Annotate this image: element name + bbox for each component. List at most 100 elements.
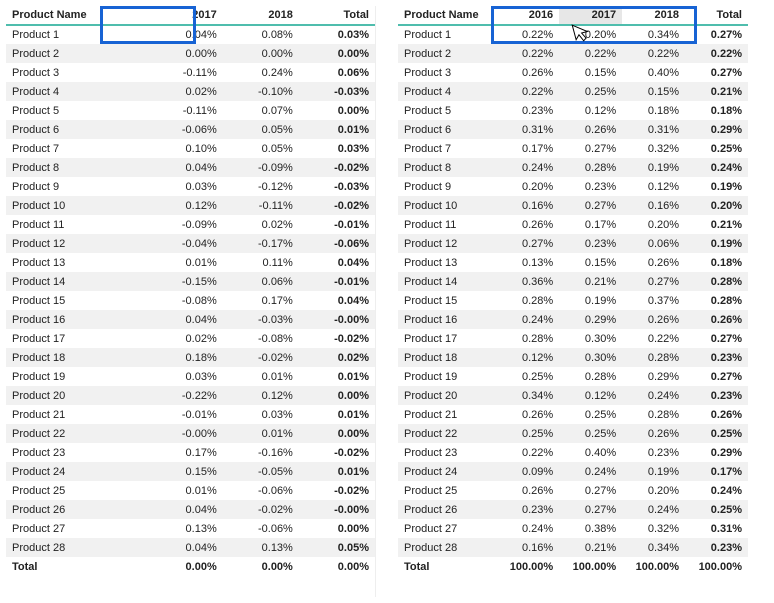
row-label: Product 26 [398,500,496,519]
scroll-area-right[interactable]: Product Name 2016 2017 2018 Total Produc… [398,6,748,597]
table-row[interactable]: Product 70.17%0.27%0.32%0.25% [398,139,748,158]
table-row[interactable]: Product 140.36%0.21%0.27%0.28% [398,272,748,291]
table-row[interactable]: Product 120.27%0.23%0.06%0.19% [398,234,748,253]
cell-value: 0.10% [147,139,223,158]
table-row[interactable]: Product 70.10%0.05%0.03% [6,139,375,158]
table-row[interactable]: Product 80.04%-0.09%-0.02% [6,158,375,177]
row-label: Product 5 [398,101,496,120]
table-row[interactable]: Product 22-0.00%0.01%0.00% [6,424,375,443]
cell-value: 0.19% [685,234,748,253]
table-row[interactable]: Product 90.20%0.23%0.12%0.19% [398,177,748,196]
col-header-2018[interactable]: 2018 [622,6,685,25]
cell-value: 0.15% [147,462,223,481]
table-row[interactable]: Product 130.01%0.11%0.04% [6,253,375,272]
cell-value: 0.19% [559,291,622,310]
table-row[interactable]: Product 11-0.09%0.02%-0.01% [6,215,375,234]
table-row[interactable]: Product 20.22%0.22%0.22%0.22% [398,44,748,63]
table-row[interactable]: Product 20-0.22%0.12%0.00% [6,386,375,405]
table-row[interactable]: Product 250.01%-0.06%-0.02% [6,481,375,500]
table-row[interactable]: Product 190.25%0.28%0.29%0.27% [398,367,748,386]
col-header-2018[interactable]: 2018 [223,6,299,25]
table-row[interactable]: Product 40.02%-0.10%-0.03% [6,82,375,101]
table-row[interactable]: Product 280.04%0.13%0.05% [6,538,375,557]
col-header-total[interactable]: Total [299,6,375,25]
col-header-2017[interactable]: 2017 [147,6,223,25]
row-label: Product 21 [398,405,496,424]
cell-value: -0.01% [299,272,375,291]
table-row[interactable]: Product 230.22%0.40%0.23%0.29% [398,443,748,462]
table-row[interactable]: Product 14-0.15%0.06%-0.01% [6,272,375,291]
scroll-area-left[interactable]: Product Name 2017 2018 Total Product 10.… [6,6,376,597]
table-row[interactable]: Product 150.28%0.19%0.37%0.28% [398,291,748,310]
table-row[interactable]: Product 180.18%-0.02%0.02% [6,348,375,367]
cell-value: 0.25% [496,367,559,386]
table-row[interactable]: Product 40.22%0.25%0.15%0.21% [398,82,748,101]
table-row[interactable]: Product 110.26%0.17%0.20%0.21% [398,215,748,234]
table-row[interactable]: Product 170.02%-0.08%-0.02% [6,329,375,348]
table-row[interactable]: Product 100.12%-0.11%-0.02% [6,196,375,215]
row-label: Product 26 [6,500,147,519]
table-row[interactable]: Product 200.34%0.12%0.24%0.23% [398,386,748,405]
table-row[interactable]: Product 20.00%0.00%0.00% [6,44,375,63]
table-row[interactable]: Product 100.16%0.27%0.16%0.20% [398,196,748,215]
cell-value: 0.31% [685,519,748,538]
total-row[interactable]: Total0.00%0.00%0.00% [6,557,375,576]
cell-value: 0.23% [622,443,685,462]
col-header-product[interactable]: Product Name [398,6,496,25]
table-row[interactable]: Product 30.26%0.15%0.40%0.27% [398,63,748,82]
cell-value: 0.27% [685,367,748,386]
cell-value: 0.24% [559,462,622,481]
cell-value: 0.27% [559,500,622,519]
table-row[interactable]: Product 220.25%0.25%0.26%0.25% [398,424,748,443]
table-row[interactable]: Product 240.09%0.24%0.19%0.17% [398,462,748,481]
table-row[interactable]: Product 270.24%0.38%0.32%0.31% [398,519,748,538]
cell-value: 0.30% [559,348,622,367]
cell-value: 0.26% [496,405,559,424]
cell-value: 0.17% [685,462,748,481]
row-label: Product 13 [6,253,147,272]
table-row[interactable]: Product 3-0.11%0.24%0.06% [6,63,375,82]
table-row[interactable]: Product 180.12%0.30%0.28%0.23% [398,348,748,367]
cell-value: -0.00% [147,424,223,443]
table-row[interactable]: Product 90.03%-0.12%-0.03% [6,177,375,196]
cell-value: 0.15% [559,253,622,272]
table-row[interactable]: Product 50.23%0.12%0.18%0.18% [398,101,748,120]
table-row[interactable]: Product 190.03%0.01%0.01% [6,367,375,386]
table-row[interactable]: Product 6-0.06%0.05%0.01% [6,120,375,139]
col-header-2017[interactable]: 2017 [559,6,622,25]
cell-value: 0.13% [147,519,223,538]
col-header-total[interactable]: Total [685,6,748,25]
table-row[interactable]: Product 210.26%0.25%0.28%0.26% [398,405,748,424]
cell-value: 0.23% [685,348,748,367]
table-row[interactable]: Product 5-0.11%0.07%0.00% [6,101,375,120]
cell-value: -0.05% [223,462,299,481]
table-row[interactable]: Product 240.15%-0.05%0.01% [6,462,375,481]
table-row[interactable]: Product 230.17%-0.16%-0.02% [6,443,375,462]
table-row[interactable]: Product 10.04%0.08%0.03% [6,25,375,44]
table-row[interactable]: Product 21-0.01%0.03%0.01% [6,405,375,424]
table-row[interactable]: Product 270.13%-0.06%0.00% [6,519,375,538]
table-row[interactable]: Product 10.22%0.20%0.34%0.27% [398,25,748,44]
table-row[interactable]: Product 80.24%0.28%0.19%0.24% [398,158,748,177]
cell-value: 0.24% [496,519,559,538]
cell-value: 0.22% [496,44,559,63]
cell-value: 0.27% [622,272,685,291]
cell-value: -0.09% [223,158,299,177]
total-value: 0.00% [299,557,375,576]
table-row[interactable]: Product 260.04%-0.02%-0.00% [6,500,375,519]
table-row[interactable]: Product 60.31%0.26%0.31%0.29% [398,120,748,139]
table-row[interactable]: Product 160.04%-0.03%-0.00% [6,310,375,329]
table-row[interactable]: Product 15-0.08%0.17%0.04% [6,291,375,310]
table-row[interactable]: Product 160.24%0.29%0.26%0.26% [398,310,748,329]
table-row[interactable]: Product 130.13%0.15%0.26%0.18% [398,253,748,272]
row-label: Product 16 [6,310,147,329]
table-row[interactable]: Product 170.28%0.30%0.22%0.27% [398,329,748,348]
total-row[interactable]: Total100.00%100.00%100.00%100.00% [398,557,748,576]
table-row[interactable]: Product 250.26%0.27%0.20%0.24% [398,481,748,500]
col-header-product[interactable]: Product Name [6,6,147,25]
table-row[interactable]: Product 12-0.04%-0.17%-0.06% [6,234,375,253]
col-header-2016[interactable]: 2016 [496,6,559,25]
cell-value: 0.21% [685,215,748,234]
table-row[interactable]: Product 280.16%0.21%0.34%0.23% [398,538,748,557]
table-row[interactable]: Product 260.23%0.27%0.24%0.25% [398,500,748,519]
